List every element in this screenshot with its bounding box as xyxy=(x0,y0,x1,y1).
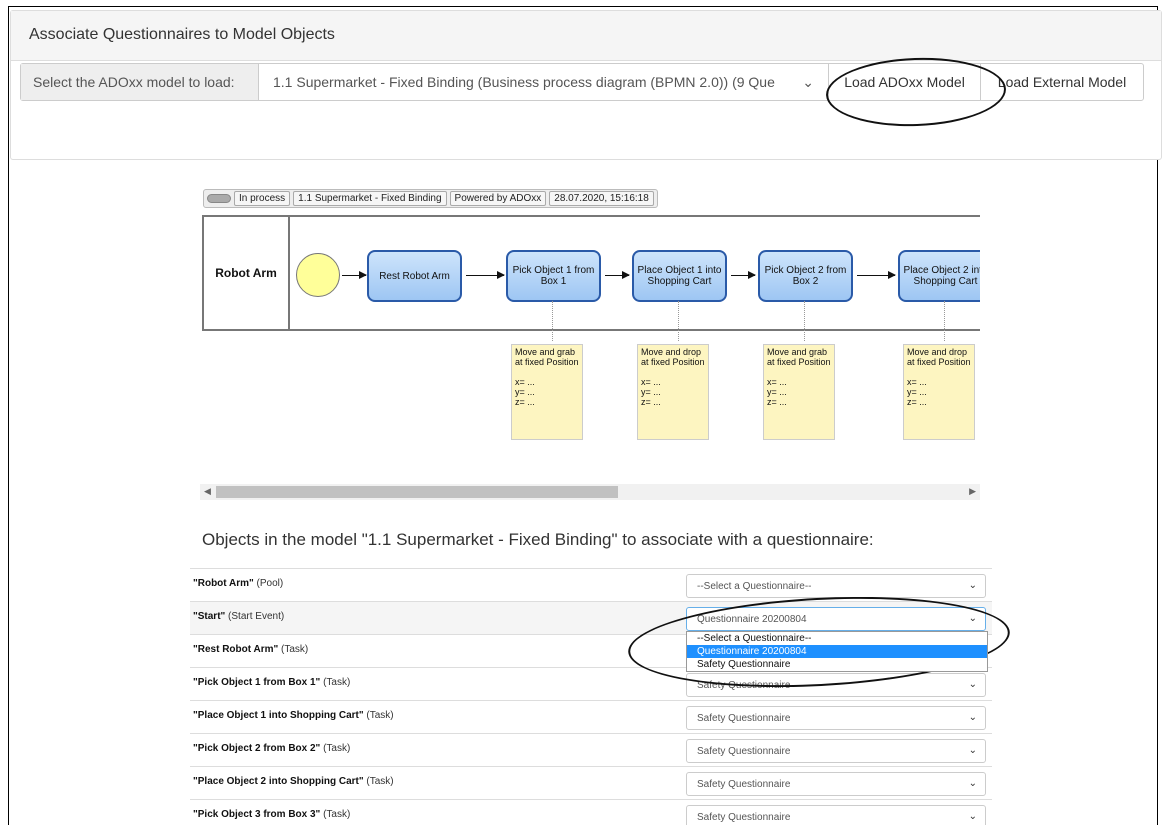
flow-arrow xyxy=(731,271,756,279)
table-row: "Pick Object 2 from Box 2" (Task) Safety… xyxy=(190,733,992,766)
object-label: "Start" (Start Event) xyxy=(193,611,285,622)
object-label: "Pick Object 1 from Box 1" (Task) xyxy=(193,677,351,688)
questionnaire-select[interactable]: Safety Questionnaire ⌄ xyxy=(686,673,986,697)
questionnaire-select[interactable]: --Select a Questionnaire-- ⌄ xyxy=(686,574,986,598)
select-model-label: Select the ADOxx model to load: xyxy=(21,64,259,100)
model-select[interactable]: 1.1 Supermarket - Fixed Binding (Busines… xyxy=(259,64,829,100)
object-label: "Place Object 1 into Shopping Cart" (Tas… xyxy=(193,710,394,721)
scroll-left-icon[interactable]: ◀ xyxy=(204,486,211,497)
dropdown-option[interactable]: Safety Questionnaire xyxy=(687,658,987,671)
object-label: "Pick Object 2 from Box 2" (Task) xyxy=(193,743,351,754)
annotation-note: Move and grab at fixed Position x= ... y… xyxy=(763,344,835,440)
dropdown-option[interactable]: --Select a Questionnaire-- xyxy=(687,632,987,645)
status-model: 1.1 Supermarket - Fixed Binding xyxy=(293,191,447,206)
flow-arrow xyxy=(605,271,630,279)
chevron-down-icon: ⌄ xyxy=(968,745,977,756)
chevron-down-icon: ⌄ xyxy=(968,679,977,690)
bpmn-diagram[interactable]: Robot Arm Rest Robot Arm Pick Object 1 f… xyxy=(200,212,980,497)
task-pick-object-1[interactable]: Pick Object 1 from Box 1 xyxy=(506,250,601,302)
scrollbar-thumb[interactable] xyxy=(216,486,618,498)
object-label: "Rest Robot Arm" (Task) xyxy=(193,644,309,655)
panel-title: Associate Questionnaires to Model Object… xyxy=(11,11,1161,61)
model-load-bar: Select the ADOxx model to load: 1.1 Supe… xyxy=(20,63,1144,101)
flow-arrow xyxy=(342,271,367,279)
table-row: "Start" (Start Event) Questionnaire 2020… xyxy=(190,601,992,634)
association-line xyxy=(678,301,679,341)
model-select-value: 1.1 Supermarket - Fixed Binding (Busines… xyxy=(273,74,775,90)
scroll-right-icon[interactable]: ▶ xyxy=(969,486,976,497)
dropdown-option[interactable]: Questionnaire 20200804 xyxy=(687,645,987,658)
questionnaire-select[interactable]: Safety Questionnaire ⌄ xyxy=(686,805,986,825)
chevron-down-icon: ⌄ xyxy=(968,712,977,723)
chevron-down-icon: ⌄ xyxy=(802,73,814,90)
pool-label: Robot Arm xyxy=(204,217,290,329)
flow-arrow xyxy=(466,271,505,279)
annotation-note: Move and drop at fixed Position x= ... y… xyxy=(637,344,709,440)
association-line xyxy=(552,301,553,341)
questionnaire-dropdown-menu: --Select a Questionnaire-- Questionnaire… xyxy=(686,631,988,672)
questionnaire-select[interactable]: Safety Questionnaire ⌄ xyxy=(686,739,986,763)
status-state: In process xyxy=(234,191,291,206)
annotation-note: Move and grab at fixed Position x= ... y… xyxy=(511,344,583,440)
chevron-down-icon: ⌄ xyxy=(968,778,977,789)
annotation-note: Move and drop at fixed Position x= ... y… xyxy=(903,344,975,440)
table-row: "Place Object 2 into Shopping Cart" (Tas… xyxy=(190,766,992,799)
task-place-object-2[interactable]: Place Object 2 into Shopping Cart xyxy=(898,250,980,302)
object-label: "Robot Arm" (Pool) xyxy=(193,578,284,589)
table-row: "Pick Object 3 from Box 3" (Task) Safety… xyxy=(190,799,992,825)
status-timestamp: 28.07.2020, 15:16:18 xyxy=(549,191,654,206)
object-label: "Place Object 2 into Shopping Cart" (Tas… xyxy=(193,776,394,787)
questionnaire-select[interactable]: Safety Questionnaire ⌄ xyxy=(686,706,986,730)
load-adoxx-model-button[interactable]: Load ADOxx Model xyxy=(829,64,981,100)
task-place-object-1[interactable]: Place Object 1 into Shopping Cart xyxy=(632,250,727,302)
questionnaire-select[interactable]: Questionnaire 20200804 ⌄ xyxy=(686,607,986,631)
pool: Robot Arm Rest Robot Arm Pick Object 1 f… xyxy=(202,215,980,331)
table-row: "Robot Arm" (Pool) --Select a Questionna… xyxy=(190,568,992,601)
object-label: "Pick Object 3 from Box 3" (Task) xyxy=(193,809,351,820)
questionnaire-select[interactable]: Safety Questionnaire ⌄ xyxy=(686,772,986,796)
table-row: "Place Object 1 into Shopping Cart" (Tas… xyxy=(190,700,992,733)
chevron-down-icon: ⌄ xyxy=(968,613,977,624)
task-rest-robot-arm[interactable]: Rest Robot Arm xyxy=(367,250,462,302)
flow-arrow xyxy=(857,271,896,279)
association-line xyxy=(944,301,945,341)
horizontal-scrollbar[interactable]: ◀ ▶ xyxy=(200,484,980,500)
objects-section-title: Objects in the model "1.1 Supermarket - … xyxy=(202,530,874,549)
chevron-down-icon: ⌄ xyxy=(968,580,977,591)
association-line xyxy=(804,301,805,341)
diagram-status-bar: In process 1.1 Supermarket - Fixed Bindi… xyxy=(203,189,658,208)
status-powered: Powered by ADOxx xyxy=(449,191,547,206)
status-toggle[interactable] xyxy=(207,194,231,203)
task-pick-object-2[interactable]: Pick Object 2 from Box 2 xyxy=(758,250,853,302)
chevron-down-icon: ⌄ xyxy=(968,811,977,822)
start-event[interactable] xyxy=(296,253,340,297)
object-list: "Robot Arm" (Pool) --Select a Questionna… xyxy=(190,568,992,825)
load-external-model-button[interactable]: Load External Model xyxy=(981,64,1143,100)
